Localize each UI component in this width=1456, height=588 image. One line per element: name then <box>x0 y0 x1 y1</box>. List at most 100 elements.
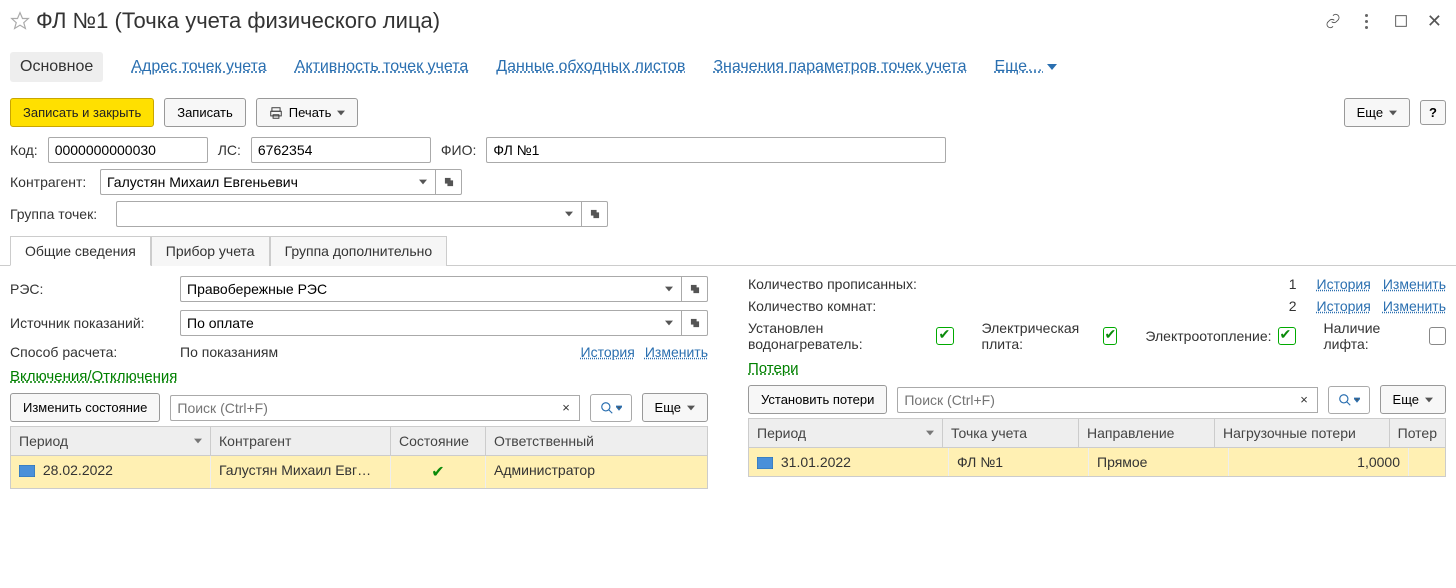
tab-general[interactable]: Общие сведения <box>10 236 151 266</box>
lift-checkbox[interactable] <box>1429 327 1446 345</box>
ls-input[interactable] <box>251 137 431 163</box>
eheat-label: Электроотопление: <box>1145 328 1271 344</box>
favorite-star-icon[interactable] <box>10 11 30 31</box>
col-load-losses[interactable]: Нагрузочные потери <box>1215 419 1390 447</box>
link-icon[interactable] <box>1325 13 1341 29</box>
onoff-search-input[interactable] <box>170 395 553 421</box>
nav-params[interactable]: Значения параметров точек учета <box>713 58 966 76</box>
write-button[interactable]: Записать <box>164 98 246 127</box>
sort-desc-icon <box>926 429 934 437</box>
calc-label: Способ расчета: <box>10 344 170 360</box>
contragent-dropdown-button[interactable] <box>410 169 436 195</box>
row-direction: Прямое <box>1089 448 1229 476</box>
res-input[interactable] <box>180 276 656 302</box>
row-responsible: Администратор <box>486 456 707 488</box>
col-state[interactable]: Состояние <box>391 427 486 455</box>
losses-search-clear-button[interactable]: × <box>1292 387 1318 413</box>
rooms-label: Количество комнат: <box>748 298 978 314</box>
magnifier-icon <box>600 401 614 415</box>
onoff-row[interactable]: 28.02.2022 Галустян Михаил Евг… ✔ Админи… <box>11 456 707 488</box>
chevron-down-icon <box>1425 396 1433 404</box>
set-losses-button[interactable]: Установить потери <box>748 385 887 414</box>
col-contragent[interactable]: Контрагент <box>211 427 391 455</box>
document-icon <box>19 465 35 477</box>
magnifier-icon <box>1338 393 1352 407</box>
rooms-value: 2 <box>998 298 1297 314</box>
maximize-icon[interactable] <box>1393 13 1409 29</box>
write-and-close-button[interactable]: Записать и закрыть <box>10 98 154 127</box>
kebab-menu-icon[interactable] <box>1359 13 1375 29</box>
group-label: Группа точек: <box>10 206 106 222</box>
onoff-grid: Период Контрагент Состояние Ответственны… <box>10 426 708 489</box>
col-direction[interactable]: Направление <box>1079 419 1215 447</box>
ls-label: ЛС: <box>218 142 241 158</box>
more-actions-button[interactable]: Еще <box>1344 98 1410 127</box>
chevron-down-icon <box>616 405 622 411</box>
chevron-down-icon <box>687 404 695 412</box>
close-icon[interactable]: ✕ <box>1427 11 1442 32</box>
heater-checkbox[interactable] <box>936 327 953 345</box>
rooms-history-link[interactable]: История <box>1317 298 1371 314</box>
onoff-search-button[interactable] <box>590 394 632 422</box>
losses-search-input[interactable] <box>897 387 1291 413</box>
onoff-search-clear-button[interactable]: × <box>554 395 580 421</box>
nav-tabs: Основное Адрес точек учета Активность то… <box>0 38 1456 92</box>
fio-input[interactable] <box>486 137 946 163</box>
res-dropdown-button[interactable] <box>656 276 682 302</box>
chevron-down-icon <box>1354 397 1360 403</box>
source-open-button[interactable] <box>682 310 708 336</box>
calc-value: По показаниям <box>180 344 571 360</box>
group-input[interactable] <box>116 201 556 227</box>
help-button[interactable]: ? <box>1420 100 1446 125</box>
source-dropdown-button[interactable] <box>656 310 682 336</box>
calc-history-link[interactable]: История <box>581 344 635 360</box>
rooms-change-link[interactable]: Изменить <box>1383 298 1446 314</box>
col-period[interactable]: Период <box>749 419 943 447</box>
res-open-button[interactable] <box>682 276 708 302</box>
registered-value: 1 <box>998 276 1297 292</box>
printer-icon <box>269 106 283 120</box>
chevron-down-icon <box>1047 62 1057 72</box>
nav-main[interactable]: Основное <box>10 52 103 82</box>
sort-desc-icon <box>194 437 202 445</box>
onoff-more-button[interactable]: Еще <box>642 393 708 422</box>
col-period[interactable]: Период <box>11 427 211 455</box>
calc-change-link[interactable]: Изменить <box>645 344 708 360</box>
group-dropdown-button[interactable] <box>556 201 582 227</box>
nav-activity[interactable]: Активность точек учета <box>295 58 469 76</box>
losses-more-button[interactable]: Еще <box>1380 385 1446 414</box>
detail-tabs: Общие сведения Прибор учета Группа допол… <box>0 235 1456 266</box>
group-open-button[interactable] <box>582 201 608 227</box>
chevron-down-icon <box>337 109 345 117</box>
document-icon <box>757 457 773 469</box>
losses-grid: Период Точка учета Направление Нагрузочн… <box>748 418 1446 477</box>
nav-bypass[interactable]: Данные обходных листов <box>496 58 685 76</box>
tab-group-additional[interactable]: Группа дополнительно <box>270 236 448 266</box>
col-point[interactable]: Точка учета <box>943 419 1079 447</box>
col-losses[interactable]: Потер <box>1390 419 1445 447</box>
nav-more[interactable]: Еще… <box>994 58 1057 76</box>
registered-history-link[interactable]: История <box>1317 276 1371 292</box>
print-button[interactable]: Печать <box>256 98 359 127</box>
heater-label: Установлен водонагреватель: <box>748 320 930 352</box>
page-title: ФЛ №1 (Точка учета физического лица) <box>36 8 1325 34</box>
row-point: ФЛ №1 <box>949 448 1089 476</box>
tab-device[interactable]: Прибор учета <box>151 236 270 266</box>
contragent-input[interactable] <box>100 169 410 195</box>
source-input[interactable] <box>180 310 656 336</box>
section-losses-header: Потери <box>748 360 1446 377</box>
change-state-button[interactable]: Изменить состояние <box>10 393 160 422</box>
code-input[interactable] <box>48 137 208 163</box>
nav-addresses[interactable]: Адрес точек учета <box>131 58 266 76</box>
stove-checkbox[interactable] <box>1103 327 1118 345</box>
eheat-checkbox[interactable] <box>1278 327 1296 345</box>
losses-search-button[interactable] <box>1328 386 1370 414</box>
contragent-label: Контрагент: <box>10 174 90 190</box>
registered-change-link[interactable]: Изменить <box>1383 276 1446 292</box>
check-icon: ✔ <box>431 464 444 481</box>
col-responsible[interactable]: Ответственный <box>486 427 707 455</box>
stove-label: Электрическая плита: <box>982 320 1097 352</box>
losses-row[interactable]: 31.01.2022 ФЛ №1 Прямое 1,0000 <box>749 448 1445 476</box>
row-contragent: Галустян Михаил Евг… <box>211 456 391 488</box>
contragent-open-button[interactable] <box>436 169 462 195</box>
